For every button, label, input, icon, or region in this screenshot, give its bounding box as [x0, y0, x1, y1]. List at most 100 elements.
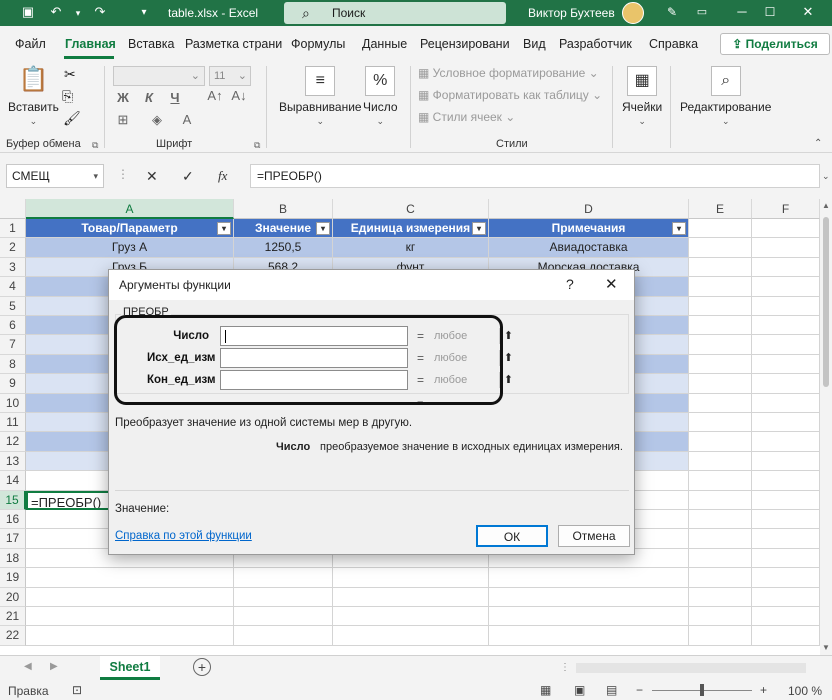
share-button[interactable]: ⇪ Поделиться	[720, 33, 830, 55]
filter-dropdown-icon[interactable]: ▾	[472, 222, 486, 235]
zoom-level[interactable]: 100 %	[788, 684, 822, 698]
tab-data[interactable]: Данные	[362, 37, 407, 51]
cell-c1[interactable]: Единица измерения ▾	[333, 219, 489, 239]
zoom-out-icon[interactable]: −	[636, 683, 643, 697]
filter-dropdown-icon[interactable]: ▾	[316, 222, 330, 235]
cell-e17[interactable]	[689, 529, 752, 549]
number-button[interactable]: % Число ⌄	[363, 66, 398, 127]
cell-f13[interactable]	[752, 451, 820, 472]
filter-dropdown-icon[interactable]: ▾	[217, 222, 231, 235]
cell-e14[interactable]	[689, 471, 752, 491]
select-all-corner[interactable]	[0, 199, 26, 219]
cell-c21[interactable]	[333, 607, 489, 627]
cell-f12[interactable]	[752, 432, 820, 452]
row-header-11[interactable]: 11	[0, 413, 26, 433]
cell-f15[interactable]	[752, 490, 820, 510]
cell-e7[interactable]	[689, 335, 752, 355]
accessibility-icon[interactable]: ⊡	[72, 683, 82, 697]
cell-e4[interactable]	[689, 277, 752, 297]
undo-icon[interactable]: ↶	[48, 4, 64, 20]
cell-d19[interactable]	[489, 568, 689, 588]
cell-f1[interactable]	[752, 219, 820, 239]
ok-button[interactable]: ОК	[476, 525, 548, 547]
cell-f8[interactable]	[752, 354, 820, 375]
scrollbar-thumb[interactable]	[823, 217, 829, 387]
cell-e5[interactable]	[689, 296, 752, 316]
prev-sheet-icon[interactable]: ◀	[24, 661, 32, 672]
row-header-6[interactable]: 6	[0, 316, 26, 336]
add-sheet-button[interactable]: +	[193, 658, 211, 676]
row-header-4[interactable]: 4	[0, 277, 26, 297]
cell-e6[interactable]	[689, 316, 752, 336]
insert-function-icon[interactable]: fx	[218, 168, 227, 184]
cell-f3[interactable]	[752, 257, 820, 278]
scroll-up-icon[interactable]: ▲	[822, 201, 830, 210]
cell-d21[interactable]	[489, 607, 689, 627]
vertical-scrollbar[interactable]: ▲ ▼	[820, 199, 832, 655]
formula-input[interactable]: =ПРЕОБР()	[250, 164, 820, 188]
paste-button[interactable]: 📋 Вставить ⌄	[8, 66, 59, 127]
name-box[interactable]: СМЕЩ ▾	[6, 164, 104, 188]
cell-e18[interactable]	[689, 548, 752, 569]
column-header-f[interactable]: F	[752, 199, 820, 219]
row-header-7[interactable]: 7	[0, 335, 26, 355]
borders-icon[interactable]: ⊞	[114, 112, 132, 128]
row-header-3[interactable]: 3	[0, 257, 26, 278]
alignment-button[interactable]: ≡ Выравнивание ⌄	[279, 66, 362, 127]
cell-f19[interactable]	[752, 568, 820, 588]
grow-font-icon[interactable]: A↑	[206, 88, 224, 103]
cell-f9[interactable]	[752, 374, 820, 394]
cell-f10[interactable]	[752, 393, 820, 413]
row-header-13[interactable]: 13	[0, 451, 26, 472]
copy-icon[interactable]: ⎘	[62, 88, 73, 105]
cell-e20[interactable]	[689, 587, 752, 607]
column-header-d[interactable]: D	[489, 199, 689, 219]
cell-a22[interactable]	[26, 626, 234, 646]
cell-f20[interactable]	[752, 587, 820, 607]
cell-b21[interactable]	[234, 607, 333, 627]
zoom-in-icon[interactable]: +	[760, 683, 767, 697]
column-header-c[interactable]: C	[333, 199, 489, 219]
row-header-5[interactable]: 5	[0, 296, 26, 316]
cell-b1[interactable]: Значение ▾	[234, 219, 333, 239]
cell-f6[interactable]	[752, 316, 820, 336]
sheet-tab-sheet1[interactable]: Sheet1	[100, 656, 160, 680]
page-break-view-icon[interactable]: ▤	[606, 683, 617, 697]
row-header-10[interactable]: 10	[0, 393, 26, 413]
cell-f14[interactable]	[752, 471, 820, 491]
cell-f11[interactable]	[752, 413, 820, 433]
cell-f18[interactable]	[752, 548, 820, 569]
cell-a21[interactable]	[26, 607, 234, 627]
cell-f16[interactable]	[752, 510, 820, 530]
tab-help[interactable]: Справка	[649, 37, 698, 51]
row-header-1[interactable]: 1	[0, 219, 26, 239]
cells-button[interactable]: ▦ Ячейки ⌄	[622, 66, 662, 127]
row-header-15[interactable]: 15	[0, 490, 26, 510]
italic-button[interactable]: К	[140, 90, 158, 105]
cell-e9[interactable]	[689, 374, 752, 394]
row-header-21[interactable]: 21	[0, 607, 26, 627]
tab-view[interactable]: Вид	[523, 37, 546, 51]
row-header-8[interactable]: 8	[0, 354, 26, 375]
collapse-ribbon-icon[interactable]: ⌃	[814, 138, 822, 149]
cancel-icon[interactable]: ✕	[146, 168, 158, 185]
column-header-a[interactable]: A	[26, 199, 234, 219]
user-name[interactable]: Виктор Бухтеев	[528, 6, 615, 20]
cell-b20[interactable]	[234, 587, 333, 607]
cell-f2[interactable]	[752, 238, 820, 258]
cell-e2[interactable]	[689, 238, 752, 258]
conditional-formatting-button[interactable]: ▦ Условное форматирование ⌄	[418, 66, 599, 80]
cell-c19[interactable]	[333, 568, 489, 588]
dialog-launcher-icon[interactable]: ⧉	[254, 140, 260, 151]
cell-a1[interactable]: Товар/Параметр ▾	[26, 219, 234, 239]
editing-button[interactable]: ⌕ Редактирование ⌄	[680, 66, 771, 127]
dialog-launcher-icon[interactable]: ⧉	[92, 140, 98, 151]
row-header-17[interactable]: 17	[0, 529, 26, 549]
close-window-icon[interactable]: ✕	[800, 4, 816, 20]
maximize-icon[interactable]: ☐	[762, 5, 778, 19]
row-header-2[interactable]: 2	[0, 238, 26, 258]
page-layout-view-icon[interactable]: ▣	[574, 683, 585, 697]
cell-d20[interactable]	[489, 587, 689, 607]
zoom-slider-thumb[interactable]	[700, 684, 704, 696]
expand-formula-icon[interactable]: ⌄	[822, 171, 830, 182]
